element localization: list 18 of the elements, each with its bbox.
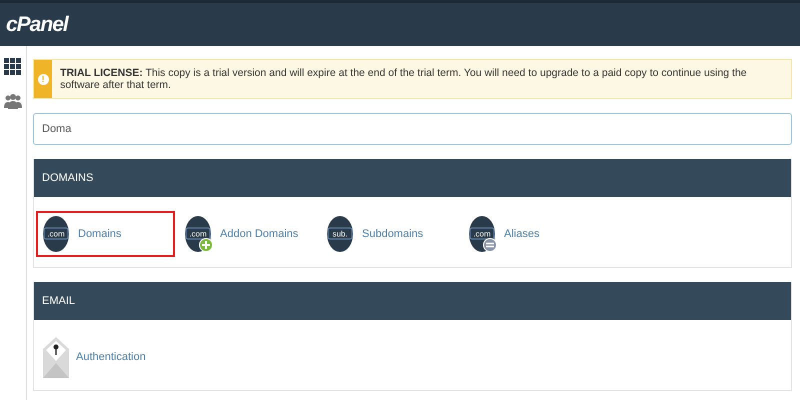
grid-icon[interactable] [4,58,22,76]
tool-link[interactable]: .com Aliases [462,211,601,257]
envelope-key-icon [42,335,70,379]
domain-remove-icon: .com [468,215,498,253]
domain-icon: sub. [326,215,356,253]
section-header: DOMAINS [34,159,791,197]
warning-badge: ! [34,60,52,98]
section-header: EMAIL [34,282,791,320]
trial-license-notice: TRIAL LICENSE: This copy is a trial version and will expire at the end of the trial term. You will need to upgrade to a paid copy to continue using the software after that term. [59,67,748,91]
domain-icon: .com [42,215,72,253]
tool-link[interactable]: .com Domains [36,211,175,257]
tool-link[interactable]: sub. Subdomains [320,211,459,257]
users-icon[interactable] [4,92,22,110]
domain-add-icon: .com [184,215,214,253]
cpanel-logo[interactable]: cPanel [6,12,68,36]
tool-link[interactable]: Authentication [36,334,175,380]
search-field[interactable]: Doma [33,113,792,145]
tool-link[interactable]: .com Addon Domains [178,211,317,257]
